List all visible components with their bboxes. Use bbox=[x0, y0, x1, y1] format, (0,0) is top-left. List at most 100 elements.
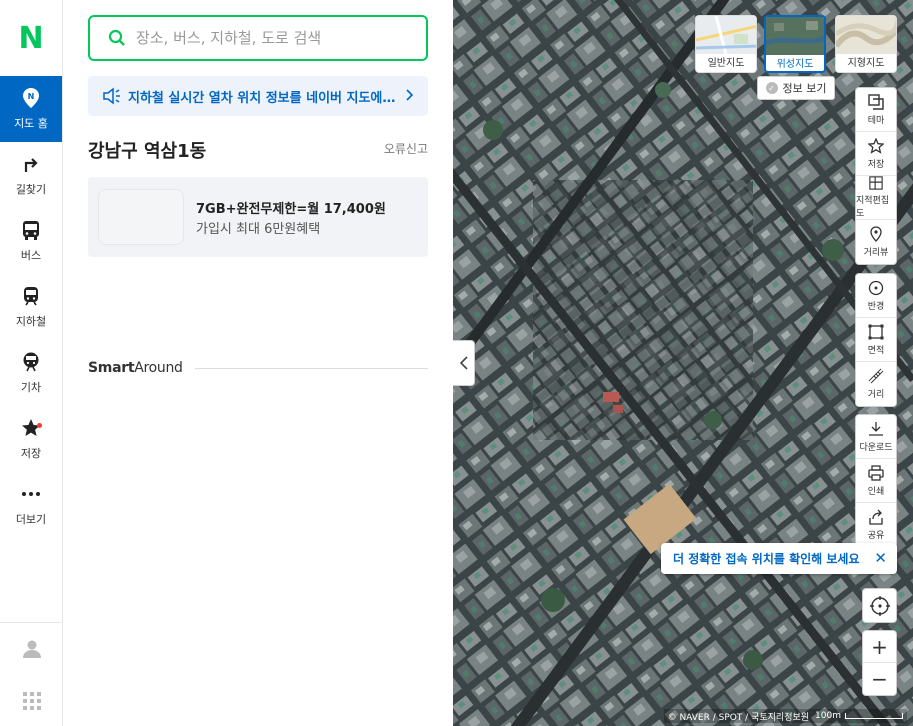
notice-banner[interactable]: 지하철 실시간 열차 위치 정보를 네이버 지도에서 확인하세요 bbox=[88, 76, 428, 116]
speaker-icon bbox=[103, 87, 120, 105]
tool-label: 거리 bbox=[867, 390, 885, 400]
tool-theme[interactable]: 테마 bbox=[856, 88, 896, 132]
normal-map-thumb bbox=[696, 16, 756, 55]
map-tools-group-1: 테마 저장 지적편집도 거리뷰 bbox=[855, 87, 897, 265]
train-icon bbox=[20, 351, 42, 373]
nav-label: 기차 bbox=[20, 381, 42, 394]
ad-banner[interactable]: 7GB+완전무제한=월 17,400원 가입시 최대 6만원혜택 bbox=[88, 177, 428, 257]
report-error-link[interactable]: 오류신고 bbox=[384, 140, 428, 157]
tip-text: 더 정확한 접속 위치를 확인해 보세요 bbox=[673, 552, 860, 566]
nav-item-map-home[interactable]: N 지도 홈 bbox=[0, 76, 62, 142]
check-icon: ✓ bbox=[765, 82, 778, 94]
nav-label: 더보기 bbox=[15, 513, 47, 526]
nav-label: 지도 홈 bbox=[14, 117, 48, 130]
tool-label: 공유 bbox=[867, 531, 885, 541]
nav-label: 버스 bbox=[20, 249, 42, 262]
directions-arrow-icon bbox=[20, 153, 42, 175]
search-icon bbox=[108, 29, 125, 46]
tool-radius[interactable]: 반경 bbox=[856, 274, 896, 318]
tool-print[interactable]: 인쇄 bbox=[856, 459, 896, 503]
maptype-normal[interactable]: 일반지도 bbox=[695, 15, 757, 73]
nav-label: 지하철 bbox=[15, 315, 47, 328]
subway-icon bbox=[20, 285, 42, 307]
layers-icon bbox=[868, 93, 884, 110]
tool-share[interactable]: 공유 bbox=[856, 503, 896, 547]
bus-icon bbox=[20, 219, 42, 241]
scale-label: 100m bbox=[815, 711, 841, 721]
ad-subtitle: 가입시 최대 6만원혜택 bbox=[196, 222, 321, 237]
region-title: 강남구 역삼1동 bbox=[88, 141, 207, 162]
notice-text: 지하철 실시간 열차 위치 정보를 네이버 지도에서 확인하세요 bbox=[128, 90, 398, 106]
ruler-icon bbox=[868, 368, 884, 384]
apps-button[interactable] bbox=[0, 675, 63, 726]
chevron-right-icon bbox=[406, 89, 414, 101]
tool-label: 저장 bbox=[867, 159, 885, 170]
user-button[interactable] bbox=[0, 623, 63, 675]
tool-save[interactable]: 저장 bbox=[856, 132, 896, 176]
smart-around-header: SmartAround bbox=[88, 360, 428, 376]
left-nav: N N 지도 홈 길찾기 버스 지하철 기차 저장 더보기 bbox=[0, 0, 63, 726]
logo-text: N bbox=[18, 20, 44, 56]
nav-item-train[interactable]: 기차 bbox=[0, 340, 62, 406]
map-copyright: © NAVER / SPOT / 국토지리정보원 100m bbox=[663, 709, 907, 723]
tool-label: 반경 bbox=[867, 301, 885, 312]
nav-item-bus[interactable]: 버스 bbox=[0, 208, 62, 274]
tool-download[interactable]: 다운로드 bbox=[856, 415, 896, 459]
nav-label: 길찾기 bbox=[15, 183, 47, 196]
star-outline-icon bbox=[868, 137, 884, 154]
download-icon bbox=[869, 421, 883, 436]
nav-bottom bbox=[0, 622, 63, 726]
search-panel: 지하철 실시간 열차 위치 정보를 네이버 지도에서 확인하세요 강남구 역삼1… bbox=[63, 0, 453, 726]
scale-bar bbox=[845, 713, 903, 719]
my-location-button[interactable] bbox=[862, 588, 897, 623]
more-dots-icon bbox=[20, 483, 42, 505]
info-view-button[interactable]: ✓ 정보 보기 bbox=[757, 76, 835, 100]
tool-label: 거리뷰 bbox=[863, 248, 889, 258]
maptype-satellite[interactable]: 위성지도 bbox=[764, 15, 826, 73]
collapse-panel-button[interactable] bbox=[453, 340, 475, 386]
zoom-controls: + − bbox=[862, 630, 897, 696]
zoom-in-button[interactable]: + bbox=[863, 631, 896, 663]
map-pin-icon: N bbox=[20, 87, 42, 109]
notification-dot bbox=[37, 423, 42, 428]
tool-label: 면적 bbox=[867, 345, 885, 356]
close-icon[interactable]: ✕ bbox=[874, 549, 887, 567]
tool-label: 테마 bbox=[867, 115, 885, 126]
nav-item-saved[interactable]: 저장 bbox=[0, 406, 62, 472]
cadastral-grid-icon bbox=[869, 176, 883, 190]
map-tools-group-3: 다운로드 인쇄 공유 bbox=[855, 414, 897, 548]
naver-logo[interactable]: N bbox=[0, 0, 62, 76]
zoom-out-button[interactable]: − bbox=[863, 663, 896, 695]
search-input[interactable] bbox=[136, 29, 406, 47]
location-tip[interactable]: 더 정확한 접속 위치를 확인해 보세요 ✕ bbox=[661, 543, 897, 574]
maptype-label: 위성지도 bbox=[776, 59, 814, 70]
map-canvas[interactable]: © NAVER / SPOT / 국토지리정보원 100m bbox=[453, 0, 913, 726]
tool-distance[interactable]: 거리 bbox=[856, 362, 896, 406]
divider bbox=[194, 367, 428, 369]
maptype-label: 지형지도 bbox=[847, 58, 885, 69]
tool-label: 지적편집도 bbox=[856, 196, 890, 219]
satellite-map-thumb bbox=[766, 17, 824, 55]
maptype-terrain[interactable]: 지형지도 bbox=[835, 15, 897, 73]
svg-text:N: N bbox=[28, 92, 35, 101]
tool-label: 다운로드 bbox=[859, 442, 893, 453]
tool-street-view[interactable]: 거리뷰 bbox=[856, 220, 896, 264]
tool-cadastral[interactable]: 지적편집도 bbox=[856, 176, 896, 220]
user-icon bbox=[22, 640, 41, 658]
share-icon bbox=[869, 509, 883, 525]
chevron-left-icon bbox=[459, 356, 468, 370]
area-icon bbox=[868, 324, 884, 339]
info-view-label: 정보 보기 bbox=[782, 82, 827, 95]
nav-item-subway[interactable]: 지하철 bbox=[0, 274, 62, 340]
tool-area[interactable]: 면적 bbox=[856, 318, 896, 362]
terrain-map-thumb bbox=[836, 16, 896, 54]
crosshair-icon bbox=[869, 595, 890, 616]
naver-map-app: N N 지도 홈 길찾기 버스 지하철 기차 저장 더보기 장소, 버스, 지하… bbox=[0, 0, 913, 726]
street-view-pin-icon bbox=[870, 226, 882, 242]
ad-thumbnail bbox=[98, 189, 184, 245]
map-tools-group-2: 반경 면적 거리 bbox=[855, 273, 897, 407]
nav-item-more[interactable]: 더보기 bbox=[0, 472, 62, 538]
radius-icon bbox=[868, 280, 884, 295]
nav-item-directions[interactable]: 길찾기 bbox=[0, 142, 62, 208]
maptype-label: 일반지도 bbox=[707, 58, 745, 69]
